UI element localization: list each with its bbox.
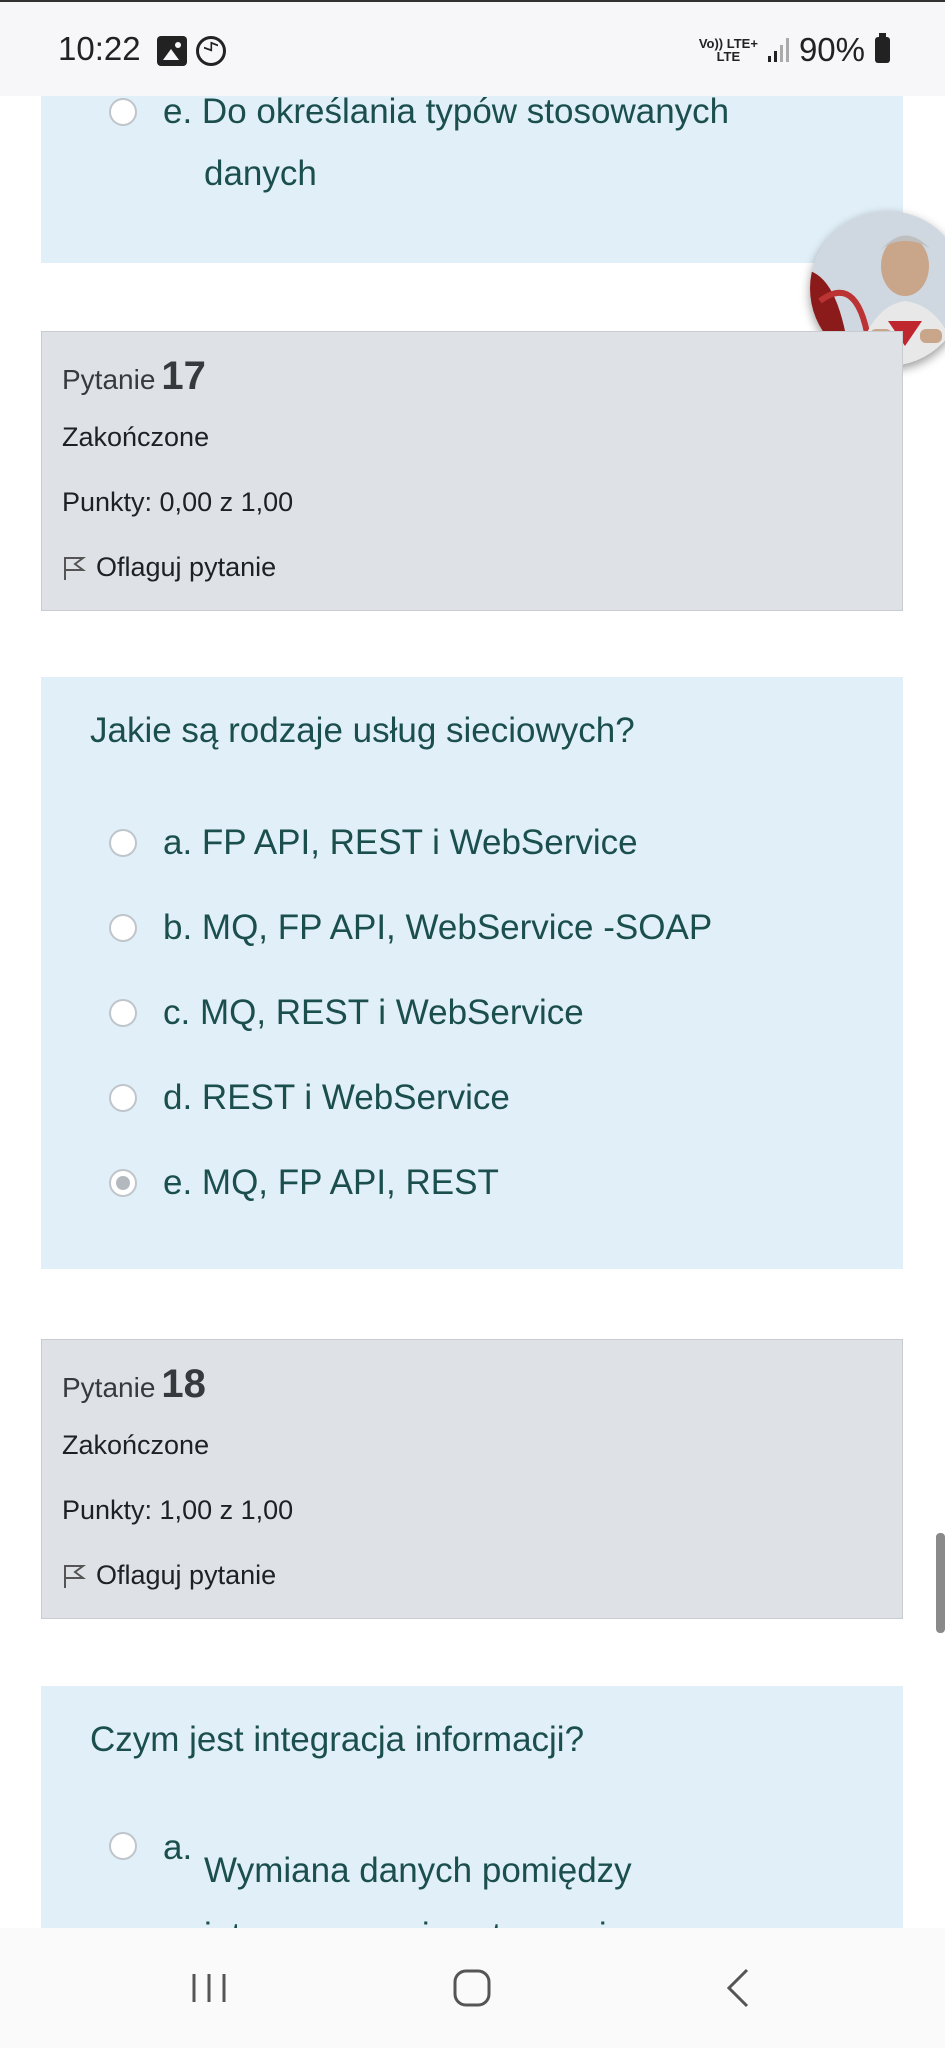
question-number-label: Pytanie 17	[62, 354, 206, 399]
home-button[interactable]	[442, 1958, 502, 2018]
option-e[interactable]: e. MQ, FP API, REST	[109, 1163, 499, 1203]
question-17-answer-card: Jakie są rodzaje usług sieciowych? a. FP…	[41, 677, 903, 1269]
status-bar: 10:22 Vo)) LTE+ LTE 90%	[0, 0, 945, 96]
network-indicator: Vo)) LTE+ LTE	[699, 37, 758, 63]
flag-question-link[interactable]: Oflaguj pytanie	[62, 552, 276, 583]
navigation-bar	[0, 1928, 945, 2048]
previous-option-e[interactable]: e. Do określania typów stosowanych	[109, 96, 729, 132]
question-text: Jakie są rodzaje usług sieciowych?	[90, 711, 635, 750]
messenger-icon	[196, 36, 226, 66]
option-label: d. REST i WebService	[163, 1078, 510, 1117]
option-label: Wymiana danych pomiędzy	[204, 1851, 632, 1890]
question-18-info: Pytanie 18 Zakończone Punkty: 1,00 z 1,00…	[41, 1339, 903, 1619]
question-17-info: Pytanie 17 Zakończone Punkty: 0,00 z 1,00…	[41, 331, 903, 611]
question-text: Czym jest integracja informacji?	[90, 1720, 585, 1759]
question-18-answer-card: Czym jest integracja informacji? a. Wymi…	[41, 1686, 903, 1928]
question-number: 17	[161, 354, 206, 398]
question-points: Punkty: 0,00 z 1,00	[62, 487, 294, 517]
lte-text: LTE	[716, 49, 741, 64]
recent-apps-button[interactable]	[179, 1958, 239, 2018]
flag-icon	[64, 556, 86, 580]
radio-button[interactable]	[109, 1832, 137, 1860]
status-right-group: Vo)) LTE+ LTE 90%	[699, 30, 890, 70]
option-label: c. MQ, REST i WebService	[163, 993, 584, 1032]
option-label: e. MQ, FP API, REST	[163, 1163, 499, 1202]
status-time: 10:22	[58, 30, 141, 67]
option-label-continued: integrowanymi systemami	[204, 1916, 607, 1928]
back-button[interactable]	[709, 1958, 769, 2018]
option-label: b. MQ, FP API, WebService -SOAP	[163, 908, 713, 947]
flag-label: Oflaguj pytanie	[96, 552, 277, 582]
question-state: Zakończone	[62, 422, 210, 452]
home-icon	[453, 1969, 491, 2007]
flag-label: Oflaguj pytanie	[96, 1560, 277, 1590]
flag-icon	[64, 1564, 86, 1588]
question-state: Zakończone	[62, 1430, 210, 1460]
flag-question-link[interactable]: Oflaguj pytanie	[62, 1560, 276, 1591]
recent-apps-icon	[192, 1974, 226, 2002]
radio-button[interactable]	[109, 999, 137, 1027]
scrollbar-thumb[interactable]	[936, 1533, 945, 1633]
option-label-continued: danych	[204, 154, 317, 193]
radio-button[interactable]	[109, 1084, 137, 1112]
option-b[interactable]: b. MQ, FP API, WebService -SOAP	[109, 908, 712, 948]
question-label-text: Pytanie	[62, 364, 156, 395]
option-letter: a.	[163, 1828, 193, 1867]
option-a[interactable]: a. FP API, REST i WebService	[109, 823, 638, 863]
question-number: 18	[161, 1362, 206, 1406]
question-label-text: Pytanie	[62, 1372, 156, 1403]
option-label: a. FP API, REST i WebService	[163, 823, 638, 862]
quiz-review-content[interactable]: e. Do określania typów stosowanych danyc…	[0, 96, 945, 1928]
question-number-label: Pytanie 18	[62, 1362, 206, 1407]
option-label: e. Do określania typów stosowanych	[163, 96, 730, 131]
radio-button[interactable]	[109, 914, 137, 942]
gallery-icon	[157, 36, 187, 66]
back-icon	[726, 1968, 749, 2008]
option-d[interactable]: d. REST i WebService	[109, 1078, 510, 1118]
battery-icon	[875, 33, 890, 63]
battery-percentage: 90%	[798, 31, 865, 68]
previous-answer-card: e. Do określania typów stosowanych danyc…	[41, 96, 903, 263]
option-c[interactable]: c. MQ, REST i WebService	[109, 993, 584, 1033]
radio-button-selected[interactable]	[109, 1169, 137, 1197]
radio-button[interactable]	[109, 829, 137, 857]
radio-button[interactable]	[109, 98, 137, 126]
signal-icon	[767, 38, 789, 62]
option-a[interactable]: a.	[109, 1828, 192, 1868]
question-points: Punkty: 1,00 z 1,00	[62, 1495, 294, 1525]
